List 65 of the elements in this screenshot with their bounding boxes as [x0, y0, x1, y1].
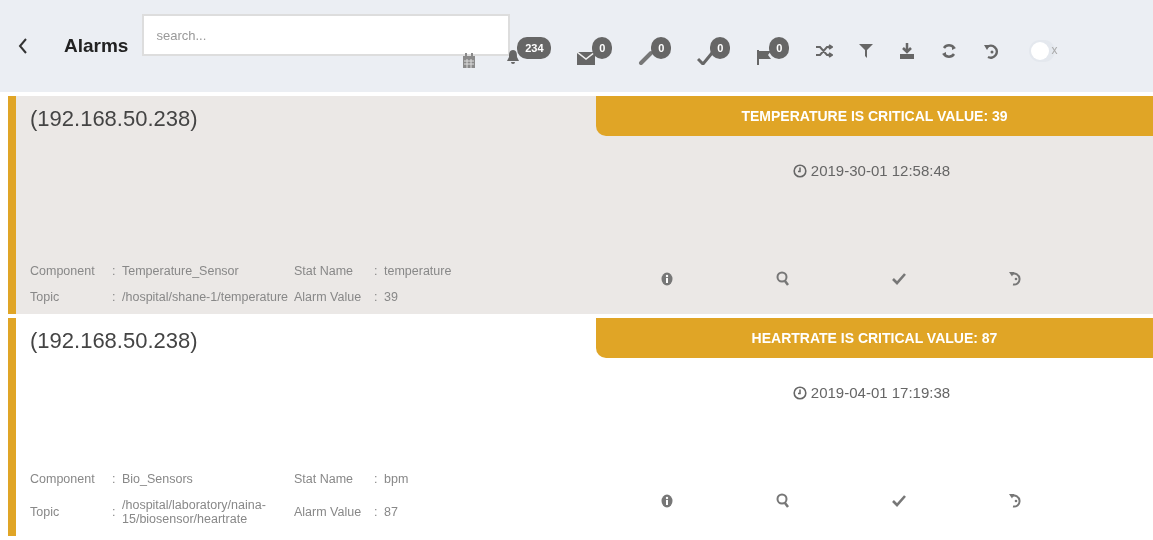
counter-button[interactable]: 0 [697, 37, 731, 65]
field-value: /hospital/shane-1/temperature [122, 290, 290, 304]
field-label: Alarm Value [294, 505, 363, 519]
field-label: Component [30, 264, 96, 278]
alarm-card[interactable]: (192.168.50.238) Component : Temperature_Sensor Stat Name : temperature Topic : /hospital/shane-1/temperature Alarm Value : 39 TEMPERATURE IS CRITICAL VALUE: 39 2019-30-01 12:58:48 [8, 96, 1153, 314]
field-label: Topic [30, 290, 61, 304]
clock-icon [792, 385, 807, 400]
search-icon[interactable] [775, 493, 790, 508]
clock-icon [792, 163, 807, 178]
search-field[interactable]: search... [142, 14, 511, 56]
field-separator: : [112, 505, 117, 519]
counter-button[interactable]: 0 [756, 37, 790, 65]
field-separator: : [374, 505, 379, 519]
refresh-icon[interactable] [941, 43, 958, 59]
field-value: bpm [384, 472, 410, 486]
calendar-icon[interactable] [462, 53, 477, 69]
field-separator: : [112, 472, 117, 486]
alarm-time: 2019-30-01 12:58:48 [810, 162, 951, 179]
undo-icon[interactable] [983, 43, 1000, 59]
page-title: Alarms [64, 35, 129, 57]
undo-icon[interactable] [1008, 271, 1022, 286]
field-value: Temperature_Sensor [122, 264, 240, 278]
envelope-icon [577, 52, 596, 65]
field-value: Bio_Sensors [122, 472, 194, 486]
field-separator: : [112, 264, 117, 278]
info-icon[interactable] [661, 493, 674, 508]
shuffle-icon[interactable] [815, 44, 834, 58]
field-label: Component [30, 472, 96, 486]
field-label: Stat Name [294, 472, 355, 486]
counter-button[interactable]: 0 [577, 37, 613, 65]
search-icon[interactable] [775, 271, 790, 286]
counter-button[interactable]: 0 [638, 37, 672, 65]
count-badge: 234 [517, 37, 552, 59]
chevron-left-icon [18, 38, 28, 54]
count-badge: 0 [769, 37, 790, 59]
alarm-card[interactable]: (192.168.50.238) Component : Bio_Sensors Stat Name : bpm Topic : /hospital/laboratory/naina-15/biosensor/heartrate Alarm Value : 87 HEARTRATE IS CRITICAL VALUE: 87 2019-04-01 17:19:38 [8, 318, 1153, 536]
field-separator: : [374, 290, 379, 304]
alarm-time: 2019-04-01 17:19:38 [810, 384, 951, 401]
field-label: Alarm Value [294, 290, 363, 304]
check-icon[interactable] [892, 272, 907, 285]
flag-icon [756, 49, 773, 65]
check-icon[interactable] [892, 494, 907, 507]
check-icon [697, 52, 714, 65]
count-badge: 0 [592, 37, 613, 59]
field-value: temperature [384, 264, 453, 278]
field-separator: : [374, 264, 379, 278]
field-value: 87 [384, 505, 399, 519]
field-value: /hospital/laboratory/naina-15/biosensor/heartrate [122, 498, 267, 526]
counter-button[interactable]: 234 [506, 37, 552, 65]
download-icon[interactable] [899, 43, 916, 59]
field-label: Topic [30, 505, 61, 519]
field-separator: : [112, 290, 117, 304]
undo-icon[interactable] [1008, 493, 1022, 508]
field-separator: : [374, 472, 379, 486]
bell-icon [506, 49, 521, 65]
field-value: 39 [384, 290, 399, 304]
host-address: (192.168.50.238) [30, 328, 199, 354]
alarm-message-banner: TEMPERATURE IS CRITICAL VALUE: 39 [596, 96, 1153, 136]
count-badge: 0 [651, 37, 672, 59]
field-label: Stat Name [294, 264, 355, 278]
alarm-message-banner: HEARTRATE IS CRITICAL VALUE: 87 [596, 318, 1153, 358]
filter-icon[interactable] [859, 44, 874, 58]
info-icon[interactable] [661, 271, 674, 286]
host-address: (192.168.50.238) [30, 106, 199, 132]
count-badge: 0 [710, 37, 731, 59]
